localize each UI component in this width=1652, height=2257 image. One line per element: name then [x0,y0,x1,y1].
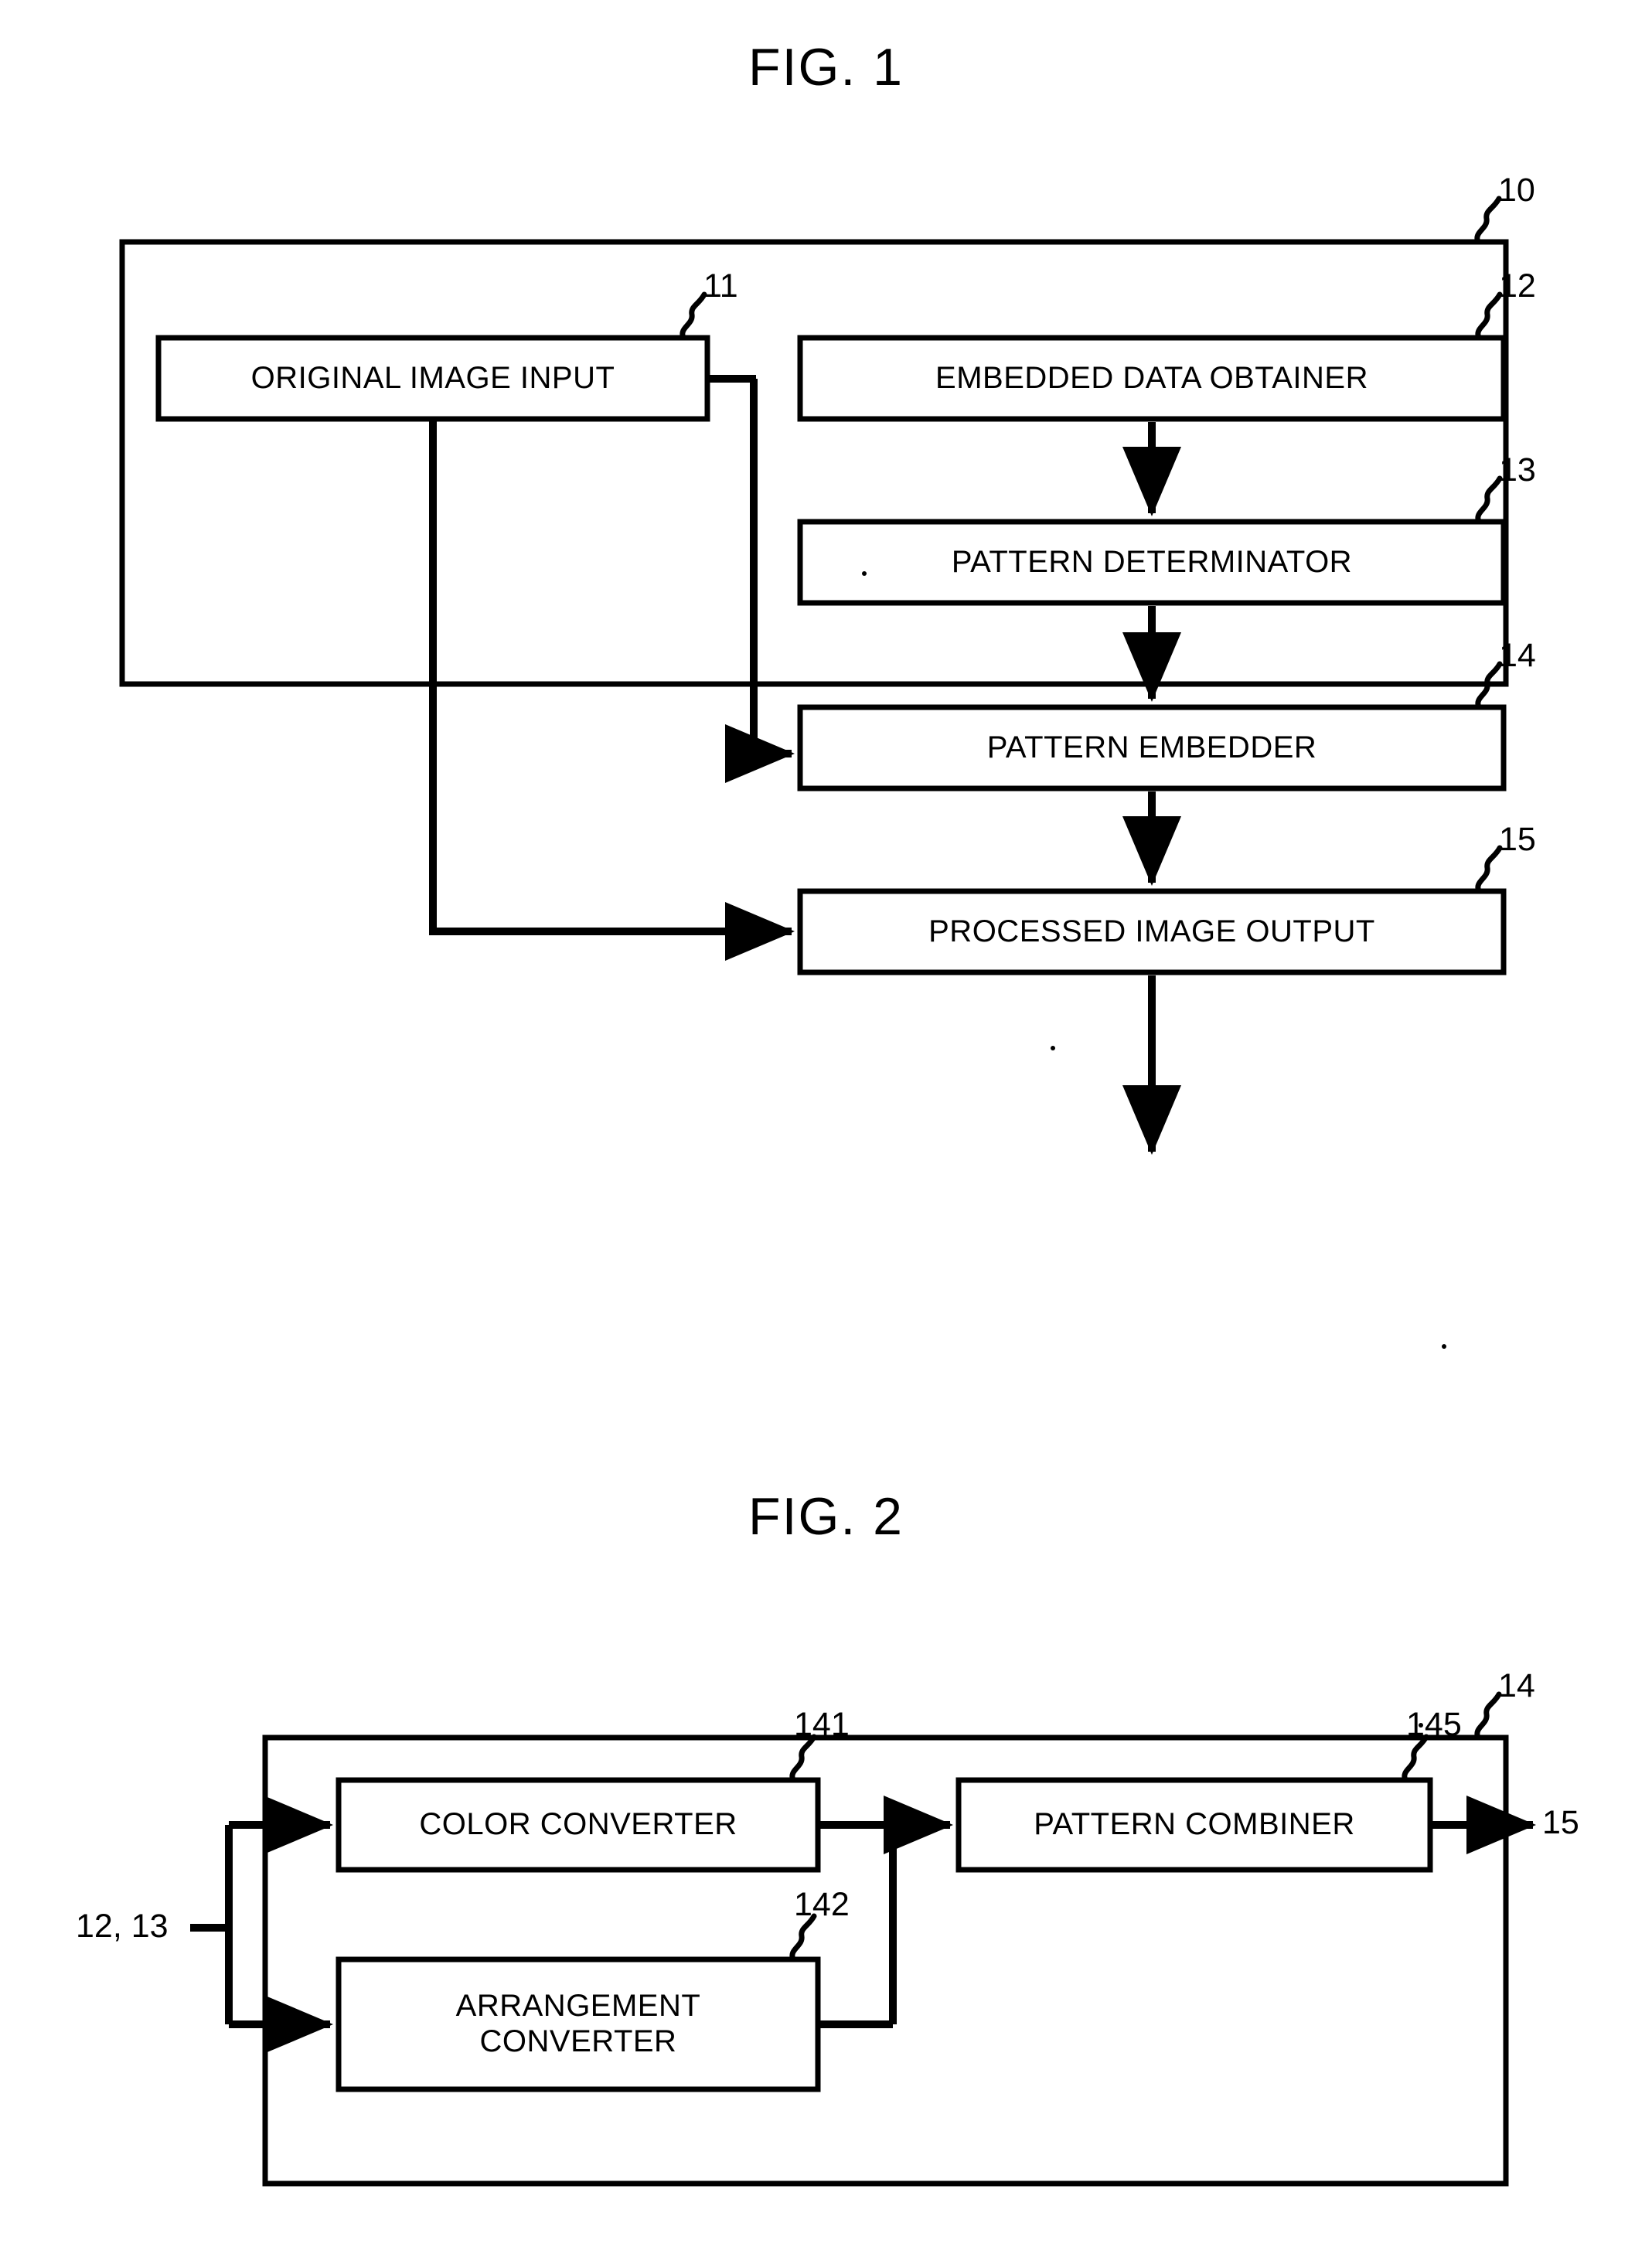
fig2-ref-142: 142 [794,1886,850,1923]
fig1-block-13-label: PATTERN DETERMINATOR [951,544,1353,579]
fig1-ref-13: 13 [1499,451,1536,489]
fig2-block-145-label: PATTERN COMBINER [1034,1807,1355,1842]
fig2-ref-141: 141 [794,1706,850,1743]
fig1-block-14-label: PATTERN EMBEDDER [986,730,1317,764]
fig2-block-142-label: ARRANGEMENT CONVERTER [455,1989,701,2058]
fig1-ref-12: 12 [1499,267,1536,305]
patent-drawing-sheet: FIG. 1 FIG. 2 ORIGINAL IMAGE INPUT EMBED… [0,0,1652,2257]
fig2-ref-14: 14 [1498,1667,1535,1704]
fig2-merge-bus [818,1796,953,2028]
fig1-ref-14: 14 [1499,637,1536,674]
scan-speck [1442,1344,1446,1349]
fig1-ref-15: 15 [1499,821,1536,858]
fig1-ref-10: 10 [1498,172,1535,209]
scan-speck [1051,1046,1055,1050]
fig1-ref-11: 11 [703,267,738,305]
fig1-outer-enclosure [119,196,1509,687]
fig1-arrow-11-to-15 [429,419,795,961]
fig1-block-11-label: ORIGINAL IMAGE INPUT [250,360,615,395]
fig2-output-ref: 15 [1542,1804,1579,1841]
fig2-outer-enclosure [262,1691,1509,2187]
fig2-input-ref: 12, 13 [76,1908,169,1945]
fig2-ref-145: 145 [1406,1706,1462,1743]
fig2-input-bus [190,1796,333,2054]
fig1-arrow-11-to-14 [707,375,795,783]
fig1-block-15-label: PROCESSED IMAGE OUTPUT [928,914,1375,948]
fig1-block-12-label: EMBEDDED DATA OBTAINER [935,360,1368,395]
fig2-block-141-label: COLOR CONVERTER [419,1807,737,1842]
